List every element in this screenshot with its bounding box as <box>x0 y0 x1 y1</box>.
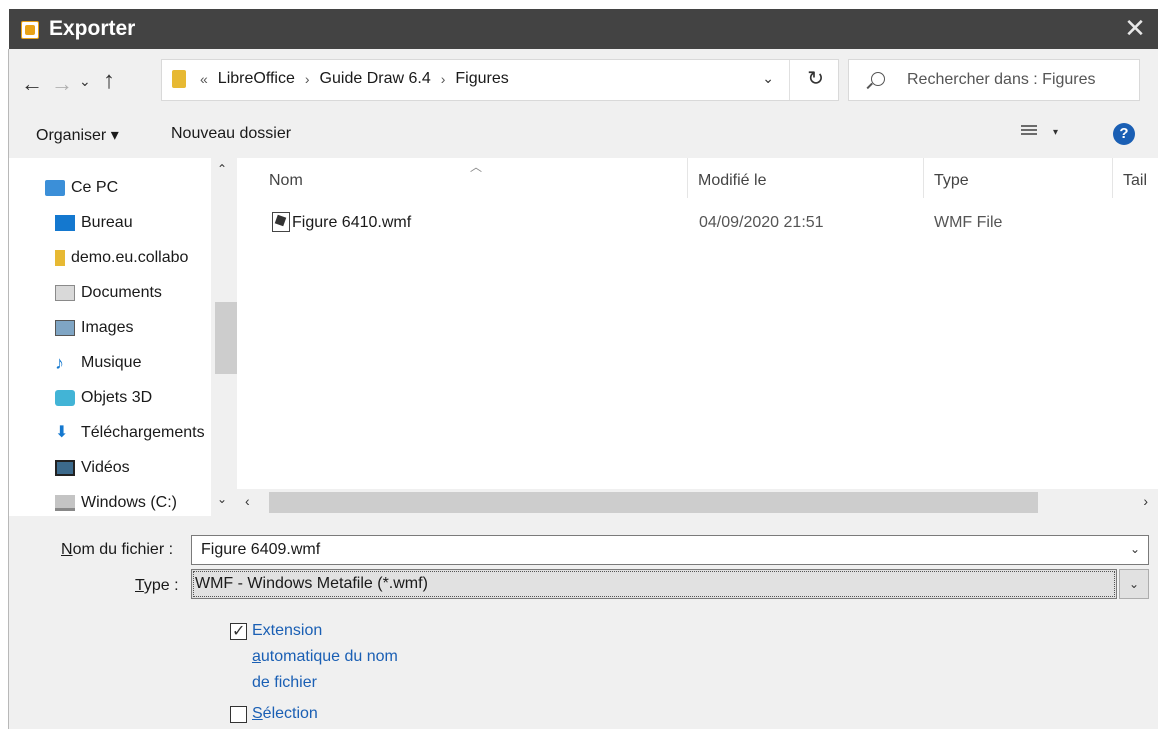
horizontal-scrollbar[interactable]: ‹ › <box>237 489 1158 516</box>
libreoffice-draw-icon <box>21 21 39 39</box>
sidebar-item-objets-3d[interactable]: Objets 3D <box>55 386 225 410</box>
up-arrow-icon[interactable]: ↑ <box>103 67 115 95</box>
breadcrumb-item[interactable]: Figures <box>455 70 508 88</box>
file-type: WMF File <box>934 214 1003 231</box>
close-icon[interactable]: ✕ <box>1120 13 1150 43</box>
sidebar-item-label: Musique <box>81 354 142 371</box>
sidebar-item-musique[interactable]: ♪ Musique <box>55 351 225 375</box>
folder-icon <box>172 70 186 88</box>
file-type-value[interactable]: WMF - Windows Metafile (*.wmf) <box>195 575 428 593</box>
scrollbar-thumb[interactable] <box>269 492 1038 513</box>
breadcrumb-separator-icon[interactable]: › <box>441 71 446 87</box>
breadcrumb-item[interactable]: Guide Draw 6.4 <box>320 70 431 88</box>
refresh-icon[interactable]: ↻ <box>807 66 824 91</box>
organize-button[interactable]: Organiser ▾ <box>36 125 119 145</box>
documents-icon <box>55 285 75 301</box>
column-header-modified[interactable]: Modifié le <box>698 172 766 190</box>
folder-icon <box>55 250 65 266</box>
scroll-right-icon[interactable]: › <box>1143 493 1148 509</box>
recent-locations-chevron-icon[interactable]: ⌄ <box>79 73 91 90</box>
images-icon <box>55 320 75 336</box>
column-header-type[interactable]: Type <box>934 172 969 190</box>
desktop-icon <box>55 215 75 231</box>
scroll-down-icon[interactable]: ⌄ <box>217 492 227 506</box>
3d-objects-icon <box>55 390 75 406</box>
save-options-panel: Nom du fichier : Figure 6409.wmf ⌄ Type … <box>9 516 1158 729</box>
file-type-select[interactable]: WMF - Windows Metafile (*.wmf) <box>191 569 1117 599</box>
address-bar[interactable]: « LibreOffice › Guide Draw 6.4 › Figures… <box>161 59 839 101</box>
sidebar-item-label: Téléchargements <box>81 424 205 441</box>
file-name: Figure 6410.wmf <box>292 214 412 231</box>
scroll-left-icon[interactable]: ‹ <box>245 493 250 509</box>
selection-label[interactable]: Sélection <box>252 701 318 727</box>
auto-extension-label[interactable]: Extension automatique du nom de fichier <box>252 618 452 696</box>
navigation-pane: Ce PC Bureau demo.eu.collabo Documents I… <box>9 158 237 516</box>
sidebar-item-demo[interactable]: demo.eu.collabo <box>55 246 225 270</box>
selection-checkbox[interactable] <box>230 706 247 723</box>
chevron-down-icon[interactable]: ⌄ <box>1130 542 1140 556</box>
sidebar-item-images[interactable]: Images <box>55 316 225 340</box>
auto-extension-checkbox[interactable] <box>230 621 247 641</box>
chevron-down-icon[interactable]: ⌄ <box>1119 569 1149 599</box>
sidebar-item-bureau[interactable]: Bureau <box>55 211 225 235</box>
navigation-bar: ← → ⌄ ↑ « LibreOffice › Guide Draw 6.4 ›… <box>9 49 1158 113</box>
search-icon <box>871 72 885 86</box>
file-type-label: Type : <box>135 577 179 594</box>
scrollbar-thumb[interactable] <box>215 302 237 374</box>
filename-field[interactable]: Figure 6409.wmf ⌄ <box>191 535 1149 565</box>
new-folder-button[interactable]: Nouveau dossier <box>171 125 291 143</box>
back-arrow-icon[interactable]: ← <box>21 71 43 97</box>
search-input[interactable]: Rechercher dans : Figures <box>907 71 1096 89</box>
sidebar-item-ce-pc[interactable]: Ce PC <box>45 176 215 200</box>
sidebar-item-label: demo.eu.collabo <box>71 249 189 266</box>
view-options-icon[interactable] <box>1021 123 1037 141</box>
search-box[interactable]: Rechercher dans : Figures <box>848 59 1140 101</box>
file-row[interactable]: Figure 6410.wmf 04/09/2020 21:51 WMF Fil… <box>237 208 1158 238</box>
file-modified: 04/09/2020 21:51 <box>699 214 824 231</box>
view-options-chevron-icon[interactable]: ▾ <box>1053 127 1058 138</box>
filename-label: Nom du fichier : <box>61 541 174 558</box>
sidebar-item-telechargements[interactable]: ⬇ Téléchargements <box>55 421 225 445</box>
sidebar-item-label: Windows (C:) <box>81 494 178 511</box>
sidebar-item-label: Vidéos <box>81 459 130 476</box>
filename-value[interactable]: Figure 6409.wmf <box>201 541 320 559</box>
column-header-size[interactable]: Tail <box>1123 172 1147 190</box>
breadcrumb-separator-icon[interactable]: › <box>305 71 310 87</box>
breadcrumb: « LibreOffice › Guide Draw 6.4 › Figures <box>196 70 509 88</box>
sidebar-item-label: Objets 3D <box>81 389 153 406</box>
title-bar: Exporter ✕ <box>9 9 1158 49</box>
address-dropdown-icon[interactable]: ⌄ <box>762 70 774 87</box>
wmf-file-icon <box>272 212 290 232</box>
navigation-pane-scrollbar[interactable]: ⌃ ⌄ <box>211 158 237 516</box>
sidebar-item-windows-c[interactable]: Windows (C:) <box>55 491 225 515</box>
scroll-up-icon[interactable]: ⌃ <box>217 162 227 176</box>
sidebar-item-label: Ce PC <box>71 179 119 196</box>
sidebar-item-label: Documents <box>81 284 162 301</box>
file-list: ︿ Nom Modifié le Type Tail Figure 6410.w… <box>237 158 1158 516</box>
column-divider[interactable] <box>923 158 924 198</box>
breadcrumb-overflow-icon[interactable]: « <box>200 71 208 87</box>
computer-icon <box>45 180 65 196</box>
column-header-name[interactable]: Nom <box>269 172 303 190</box>
sidebar-item-label: Bureau <box>81 214 133 231</box>
divider <box>789 60 790 100</box>
forward-arrow-icon[interactable]: → <box>51 71 73 97</box>
sidebar-item-documents[interactable]: Documents <box>55 281 225 305</box>
videos-icon <box>55 460 75 476</box>
window-title: Exporter <box>49 17 136 40</box>
help-icon[interactable]: ? <box>1113 123 1135 145</box>
breadcrumb-item[interactable]: LibreOffice <box>218 70 295 88</box>
sidebar-item-label: Images <box>81 319 134 336</box>
command-bar: Organiser ▾ Nouveau dossier ▾ ? <box>9 113 1158 158</box>
column-divider[interactable] <box>1112 158 1113 198</box>
column-divider[interactable] <box>687 158 688 198</box>
sort-indicator-icon: ︿ <box>470 160 483 174</box>
drive-icon <box>55 495 75 511</box>
music-icon: ♪ <box>55 353 64 373</box>
sidebar-item-videos[interactable]: Vidéos <box>55 456 225 480</box>
downloads-icon: ⬇ <box>55 424 69 441</box>
